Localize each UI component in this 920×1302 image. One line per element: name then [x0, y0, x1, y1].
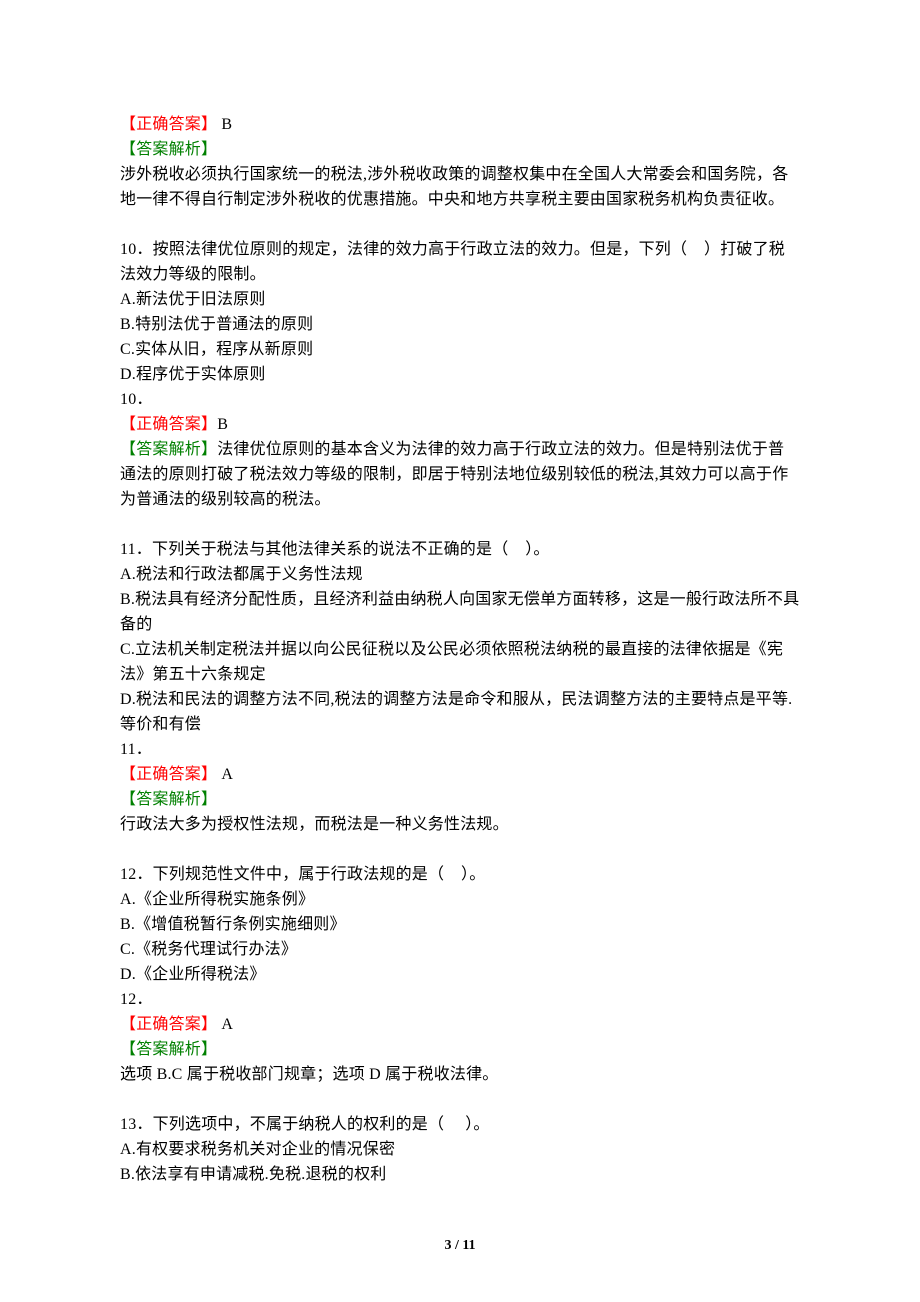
q10-option-d: D.程序优于实体原则 — [120, 362, 800, 387]
spacer — [120, 1087, 800, 1112]
q10-explain: 【答案解析】法律优位原则的基本含义为法律的效力高于行政立法的效力。但是特别法优于… — [120, 437, 800, 512]
q9-explain-text: 涉外税收必须执行国家统一的税法,涉外税收政策的调整权集中在全国人大常委会和国务院… — [120, 162, 800, 212]
q13-option-a: A.有权要求税务机关对企业的情况保密 — [120, 1137, 800, 1162]
q10-number: 10． — [120, 387, 800, 412]
q11-option-a: A.税法和行政法都属于义务性法规 — [120, 562, 800, 587]
q12-explain-label: 【答案解析】 — [120, 1037, 800, 1062]
spacer — [120, 837, 800, 862]
answer-label: 【正确答案】 — [120, 116, 217, 133]
explain-label: 【答案解析】 — [120, 791, 217, 808]
spacer — [120, 512, 800, 537]
answer-value: A — [217, 1016, 233, 1033]
explain-label: 【答案解析】 — [120, 441, 217, 458]
q11-explain-text: 行政法大多为授权性法规，而税法是一种义务性法规。 — [120, 812, 800, 837]
answer-label: 【正确答案】 — [120, 1016, 217, 1033]
q11-answer: 【正确答案】 A — [120, 762, 800, 787]
q11-option-d: D.税法和民法的调整方法不同,税法的调整方法是命令和服从，民法调整方法的主要特点… — [120, 687, 800, 737]
answer-value: B — [217, 416, 228, 433]
q12-stem: 12．下列规范性文件中，属于行政法规的是（ ）。 — [120, 862, 800, 887]
q9-answer: 【正确答案】 B — [120, 112, 800, 137]
q10-option-b: B.特别法优于普通法的原则 — [120, 312, 800, 337]
q11-stem: 11．下列关于税法与其他法律关系的说法不正确的是（ ）。 — [120, 537, 800, 562]
q10-option-a: A.新法优于旧法原则 — [120, 287, 800, 312]
explain-text: 法律优位原则的基本含义为法律的效力高于行政立法的效力。但是特别法优于普通法的原则… — [120, 441, 788, 508]
q12-number: 12． — [120, 987, 800, 1012]
q11-explain-label: 【答案解析】 — [120, 787, 800, 812]
q12-option-b: B.《增值税暂行条例实施细则》 — [120, 912, 800, 937]
q12-option-d: D.《企业所得税法》 — [120, 962, 800, 987]
q12-explain-text: 选项 B.C 属于税收部门规章；选项 D 属于税收法律。 — [120, 1062, 800, 1087]
explain-label: 【答案解析】 — [120, 1041, 217, 1058]
answer-value: B — [217, 116, 232, 133]
q13-option-b: B.依法享有申请减税.免税.退税的权利 — [120, 1162, 800, 1187]
q11-number: 11． — [120, 737, 800, 762]
q10-option-c: C.实体从旧，程序从新原则 — [120, 337, 800, 362]
q12-option-c: C.《税务代理试行办法》 — [120, 937, 800, 962]
q10-answer: 【正确答案】B — [120, 412, 800, 437]
q11-option-b: B.税法具有经济分配性质，且经济利益由纳税人向国家无偿单方面转移，这是一般行政法… — [120, 587, 800, 637]
q11-option-c: C.立法机关制定税法并据以向公民征税以及公民必须依照税法纳税的最直接的法律依据是… — [120, 637, 800, 687]
answer-value: A — [217, 766, 233, 783]
q9-explain-label: 【答案解析】 — [120, 137, 800, 162]
answer-label: 【正确答案】 — [120, 416, 217, 433]
explain-label: 【答案解析】 — [120, 141, 217, 158]
q12-answer: 【正确答案】 A — [120, 1012, 800, 1037]
q12-option-a: A.《企业所得税实施条例》 — [120, 887, 800, 912]
document-page: 【正确答案】 B 【答案解析】 涉外税收必须执行国家统一的税法,涉外税收政策的调… — [0, 0, 920, 1302]
spacer — [120, 212, 800, 237]
q13-stem: 13．下列选项中，不属于纳税人的权利的是（ ）。 — [120, 1112, 800, 1137]
q10-stem: 10．按照法律优位原则的规定，法律的效力高于行政立法的效力。但是，下列（ ）打破… — [120, 237, 800, 287]
page-number: 3 / 11 — [0, 1238, 920, 1254]
answer-label: 【正确答案】 — [120, 766, 217, 783]
